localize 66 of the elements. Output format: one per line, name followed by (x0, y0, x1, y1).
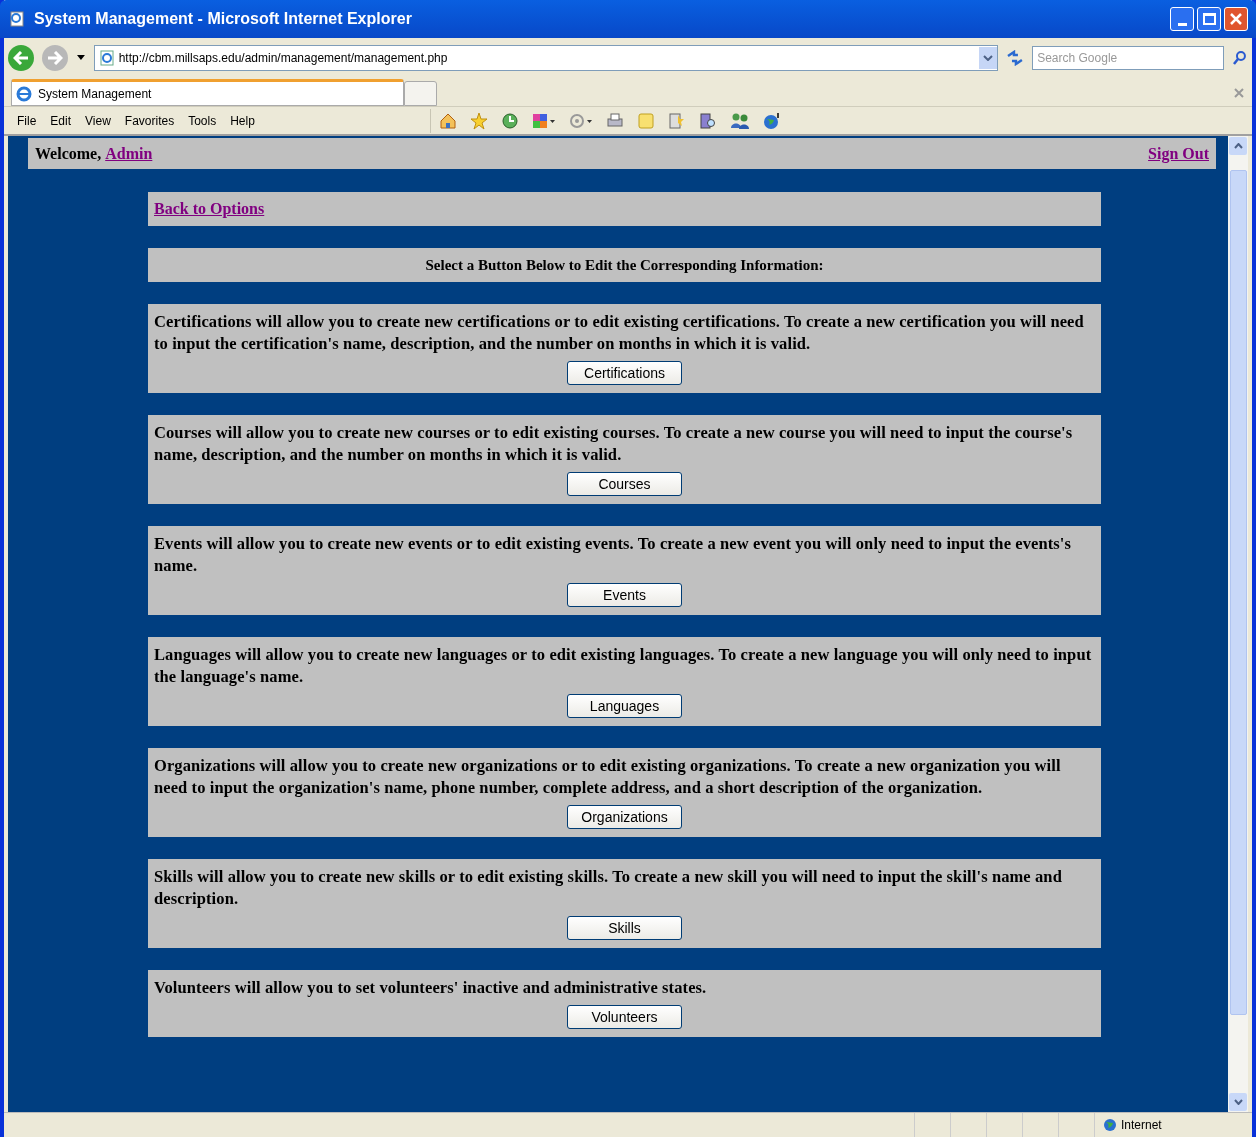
home-icon[interactable] (439, 111, 457, 130)
menu-item[interactable]: File (11, 111, 43, 130)
research-icon[interactable] (699, 111, 717, 130)
minimize-button[interactable] (1170, 7, 1194, 31)
forward-arrow-icon (46, 51, 63, 65)
menu-item[interactable]: Tools (182, 111, 223, 130)
welcome-text: Welcome, (35, 143, 102, 164)
section-button[interactable]: Certifications (567, 361, 682, 385)
browser-icon (16, 85, 32, 102)
maximize-button[interactable] (1197, 7, 1221, 31)
maximize-icon (1202, 13, 1216, 25)
section-description: Skills will allow you to create new skills or to edit existing skills. To create a new skill you will need to input the skill's name and description. (154, 866, 1063, 910)
printer-icon[interactable] (606, 111, 624, 130)
scroll-thumb[interactable] (1229, 170, 1247, 1015)
window-title: System Management - Microsoft Internet Explorer (34, 9, 413, 29)
section-description: Volunteers will allow you to set volunteers' inactive and administrative states. (154, 977, 708, 999)
history-icon[interactable] (501, 111, 519, 130)
globe-icon[interactable] (763, 111, 781, 130)
page-icon (98, 50, 115, 66)
section-button[interactable]: Skills (567, 916, 682, 940)
scrollbar[interactable] (1228, 136, 1248, 1112)
security-zone-text: Internet (1121, 1117, 1162, 1134)
menu-item[interactable]: View (79, 111, 117, 130)
close-icon (1229, 12, 1243, 26)
search-icon[interactable] (1232, 50, 1248, 66)
section-button[interactable]: Events (567, 583, 682, 607)
section-description: Courses will allow you to create new courses or to edit existing courses. To create a new course you will need to input the course's name, description, and the number on months in which it is valid. (154, 422, 1074, 466)
browser-icon (8, 10, 26, 28)
refresh-arrows-icon[interactable] (1006, 50, 1025, 66)
scroll-down-button[interactable] (1229, 1093, 1247, 1111)
address-field[interactable]: http://cbm.millsaps.edu/admin/management/management.php (93, 45, 999, 71)
menu-item[interactable]: Edit (44, 111, 78, 130)
section-description: Languages will allow you to create new languages or to edit existing languages. To create a new language you will only need to input the language's name. (154, 644, 1093, 688)
close-tab-icon[interactable] (1234, 88, 1244, 98)
back-arrow-icon (12, 51, 29, 65)
menu-item[interactable]: Help (224, 111, 261, 130)
back-button[interactable] (8, 45, 34, 71)
minimize-icon (1177, 23, 1187, 26)
chevron-down-icon (983, 55, 994, 61)
colorful-grid-icon[interactable] (532, 111, 556, 130)
people-icon[interactable] (730, 111, 750, 130)
search-field[interactable]: Search Google (1032, 46, 1225, 70)
close-button[interactable] (1224, 7, 1248, 31)
browser-tab[interactable]: System Management (11, 79, 404, 106)
star-icon[interactable] (470, 111, 488, 130)
sign-out-link[interactable]: Sign Out (1148, 141, 1209, 166)
chevron-up-icon (1233, 143, 1243, 149)
dropdown-caret-icon[interactable] (75, 55, 86, 61)
section-description: Organizations will allow you to create new organizations or to edit existing organizations. To create a new organization you will need to input the organization's name, phone number, complete address, and a short description of the organization. (154, 755, 1062, 799)
globe-icon (1103, 1118, 1117, 1132)
dropdown-button[interactable] (979, 47, 998, 69)
section-button[interactable]: Organizations (567, 805, 682, 829)
chevron-down-icon (1233, 1099, 1243, 1105)
back-to-options-link[interactable]: Back to Options (154, 197, 265, 221)
section-description: Events will allow you to create new events or to edit existing events. To create a new event you will only need to input the events's name. (154, 533, 1073, 577)
section-button[interactable]: Courses (567, 472, 682, 496)
instruction-text: Select a Button Below to Edit the Corresponding Information: (425, 255, 824, 275)
menu-item[interactable]: Favorites (118, 111, 181, 130)
section-button[interactable]: Languages (567, 694, 682, 718)
new-tab-button[interactable] (404, 81, 437, 106)
edit-page-icon[interactable] (668, 111, 686, 130)
feed-icon[interactable] (569, 111, 593, 130)
user-link[interactable]: Admin (105, 141, 153, 166)
section-button[interactable]: Volunteers (567, 1005, 682, 1029)
section-description: Certifications will allow you to create new certifications or to edit existing certifications. To create a new certification you will need to input the certification's name, description, and the number on months in which it is valid. (154, 311, 1085, 355)
scroll-up-button[interactable] (1229, 137, 1247, 155)
